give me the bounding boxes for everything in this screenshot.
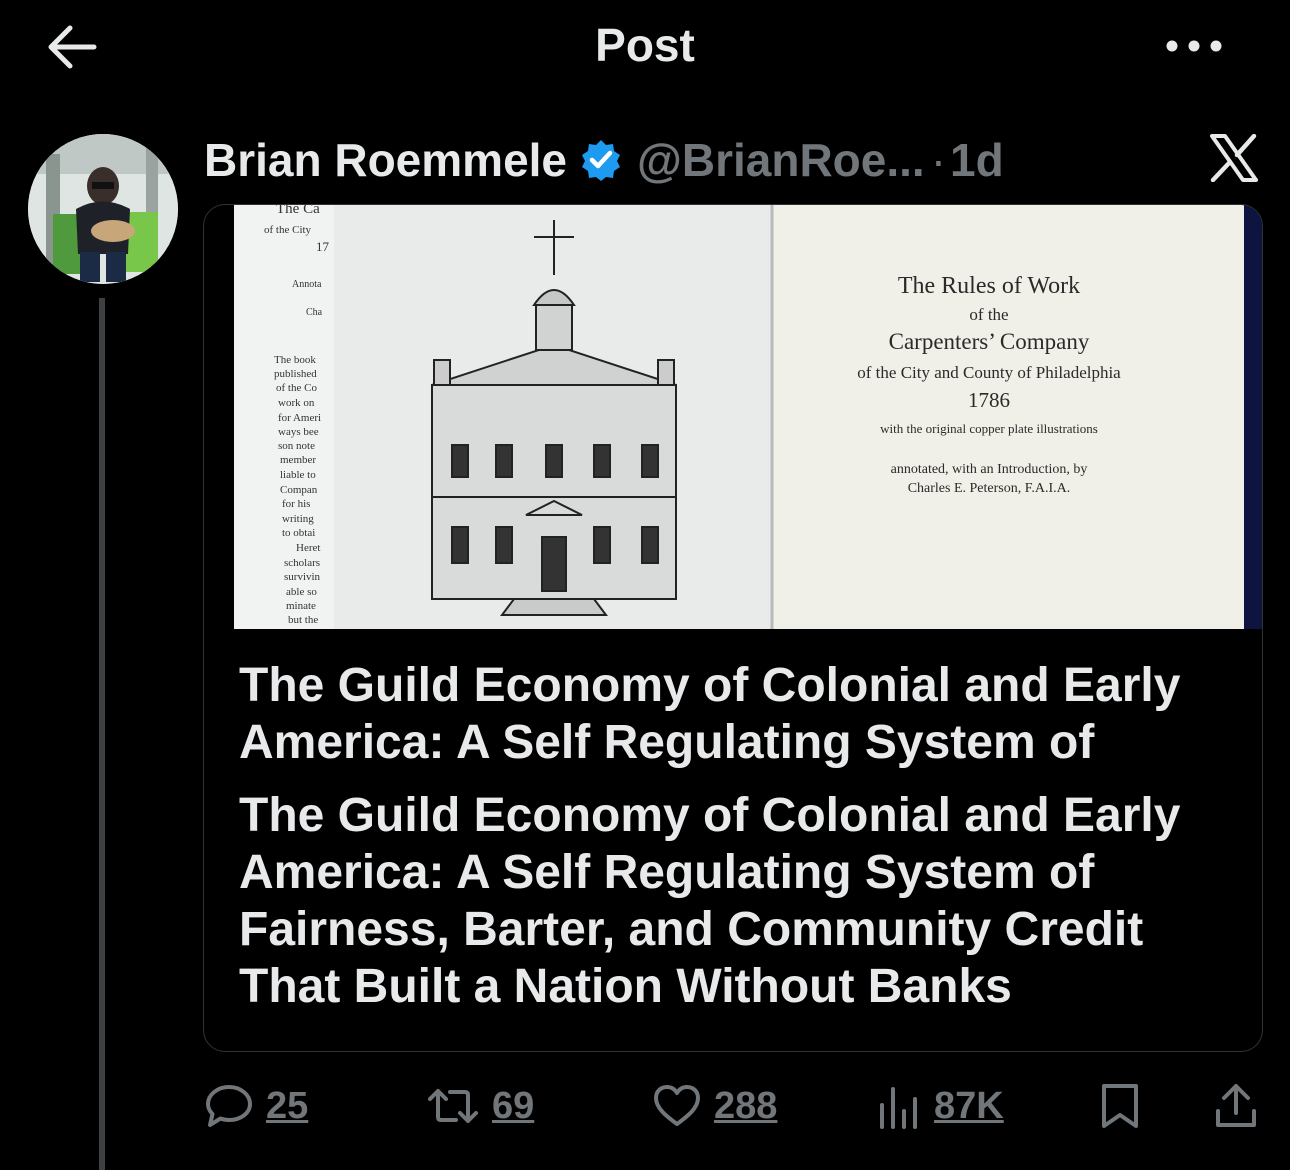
dot-separator: · bbox=[930, 134, 947, 186]
x-logo-icon[interactable] bbox=[1208, 134, 1260, 182]
reply-button[interactable]: 25 bbox=[204, 1078, 308, 1134]
handle[interactable]: @BrianRoe... bbox=[637, 133, 925, 187]
display-name[interactable]: Brian Roemmele bbox=[204, 133, 567, 187]
views-count: 87K bbox=[934, 1084, 1004, 1127]
more-options-icon[interactable] bbox=[1164, 34, 1224, 58]
book-title-line: with the original copper plate illustrat… bbox=[880, 421, 1098, 436]
book-title-line: of the City and County of Philadelphia bbox=[857, 363, 1121, 382]
avatar[interactable] bbox=[28, 134, 178, 284]
views-chart-icon bbox=[880, 1087, 917, 1129]
book-title-line: The Rules of Work bbox=[898, 273, 1080, 299]
left-page-line: The Ca bbox=[276, 205, 320, 217]
left-page-line: for Ameri bbox=[278, 412, 321, 424]
repost-button[interactable]: 69 bbox=[426, 1078, 534, 1134]
reply-count: 25 bbox=[266, 1084, 309, 1127]
thread-line bbox=[99, 298, 105, 1170]
share-button[interactable] bbox=[1212, 1078, 1260, 1134]
left-page-line: minate bbox=[286, 600, 316, 612]
top-bar: Post bbox=[0, 0, 1290, 96]
left-page-line: liable to bbox=[280, 469, 316, 481]
card-title[interactable]: The Guild Economy of Colonial and Early … bbox=[239, 657, 1239, 771]
page-title: Post bbox=[595, 19, 695, 71]
left-page-line: to obtai bbox=[282, 527, 315, 539]
left-page-line: scholars bbox=[284, 557, 320, 569]
left-page-line: Cha bbox=[306, 307, 323, 318]
left-page-line: member bbox=[280, 454, 316, 466]
book-title-line: Carpenters’ Company bbox=[889, 329, 1090, 354]
repost-count: 69 bbox=[492, 1084, 535, 1127]
left-page-line: published bbox=[274, 368, 317, 380]
left-page-line: ways bee bbox=[278, 426, 319, 438]
card-image: The Ca of the City 17 Annota Cha The boo… bbox=[234, 205, 1262, 629]
book-title-line: 1786 bbox=[968, 388, 1010, 412]
verified-badge-icon bbox=[582, 140, 621, 181]
bookmark-button[interactable] bbox=[1098, 1078, 1142, 1134]
left-page-line: work on bbox=[278, 397, 315, 409]
left-page-line: for his bbox=[282, 498, 310, 510]
book-title-line: annotated, with an Introduction, by bbox=[891, 462, 1088, 477]
repost-icon bbox=[428, 1089, 478, 1123]
like-count: 288 bbox=[714, 1084, 778, 1127]
left-page-line: writing bbox=[282, 513, 314, 525]
action-bar: 25 69 288 87K bbox=[200, 1078, 1280, 1134]
reply-icon bbox=[206, 1085, 252, 1127]
left-page-line: Heret bbox=[296, 542, 320, 554]
like-button[interactable]: 288 bbox=[652, 1078, 777, 1134]
left-page-line: Annota bbox=[292, 279, 322, 290]
left-page-line: 17 bbox=[316, 239, 330, 254]
link-card[interactable]: The Ca of the City 17 Annota Cha The boo… bbox=[203, 204, 1263, 1052]
book-title-line: Charles E. Peterson, F.A.I.A. bbox=[908, 481, 1071, 496]
left-page-line: able so bbox=[286, 586, 317, 598]
left-page-line: but the bbox=[288, 614, 318, 626]
left-page-line: survivin bbox=[284, 571, 321, 583]
book-title-line: of the bbox=[969, 305, 1008, 324]
left-page-line: of the Co bbox=[276, 382, 317, 394]
post-header: Brian Roemmele @BrianRoe... · 1d bbox=[204, 130, 1004, 190]
left-page-line: The book bbox=[274, 354, 316, 366]
timestamp[interactable]: 1d bbox=[950, 133, 1004, 187]
left-page-line: son note bbox=[278, 440, 315, 452]
left-page-line: Compan bbox=[280, 484, 318, 496]
card-description: The Guild Economy of Colonial and Early … bbox=[239, 789, 1181, 1013]
share-icon bbox=[1216, 1084, 1256, 1127]
heart-icon bbox=[654, 1085, 700, 1126]
views-button[interactable]: 87K bbox=[876, 1078, 1004, 1134]
left-page-line: of the City bbox=[264, 224, 312, 236]
bookmark-icon bbox=[1102, 1084, 1138, 1128]
